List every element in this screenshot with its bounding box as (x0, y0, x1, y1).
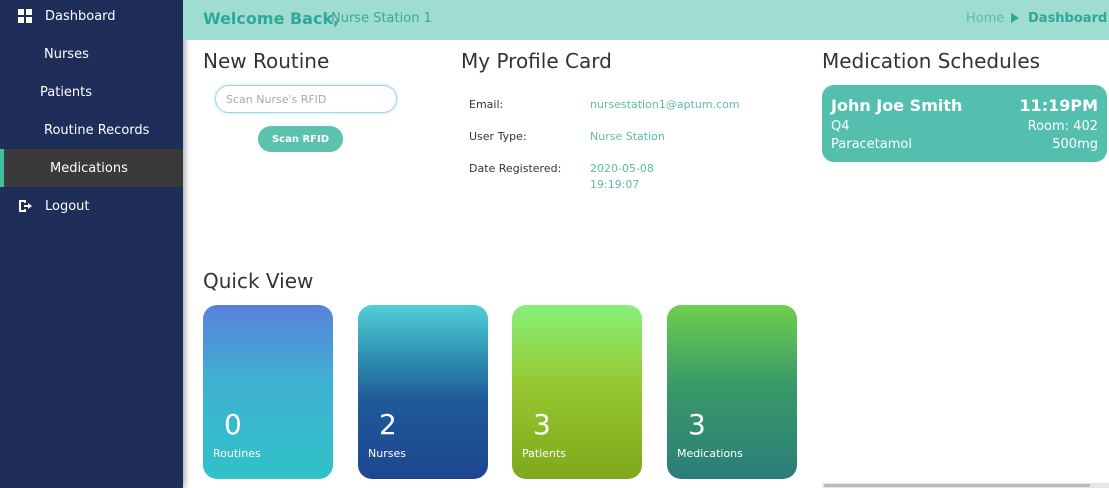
sidebar-item-label: Logout (45, 198, 90, 214)
quick-view-label: Routines (213, 447, 261, 460)
user-type-value: Nurse Station (590, 130, 665, 143)
schedule-time: 11:19PM (1019, 96, 1098, 115)
profile-card-title: My Profile Card (461, 49, 612, 73)
quick-view-medications-card[interactable]: 3 Medications (667, 305, 797, 479)
sidebar-item-routine-records[interactable]: Routine Records (0, 111, 183, 149)
quick-view-patients-card[interactable]: 3 Patients (512, 305, 642, 479)
quick-view-label: Patients (522, 447, 567, 460)
date-registered-date: 2020-05-08 (590, 162, 654, 175)
email-value: nursestation1@aptum.com (590, 98, 740, 111)
sidebar-item-dashboard[interactable]: Dashboard (0, 0, 183, 35)
sidebar-item-nurses[interactable]: Nurses (0, 35, 183, 73)
sidebar-item-label: Nurses (44, 46, 89, 62)
medication-name: Paracetamol (831, 137, 912, 152)
sidebar-item-label: Dashboard (45, 8, 116, 24)
new-routine-title: New Routine (203, 49, 330, 73)
sidebar-item-label: Routine Records (44, 122, 150, 138)
scan-rfid-button[interactable]: Scan RFID (258, 126, 343, 152)
rfid-input[interactable] (215, 85, 397, 113)
breadcrumb-home-link[interactable]: Home (966, 11, 1004, 26)
station-name: Nurse Station 1 (331, 11, 432, 26)
quick-view-count: 0 (224, 408, 242, 441)
room-number: Room: 402 (1027, 119, 1098, 134)
patient-name: John Joe Smith (831, 96, 963, 115)
quick-view-label: Nurses (368, 447, 406, 460)
medication-schedule-card[interactable]: John Joe Smith 11:19PM Q4 Room: 402 Para… (822, 85, 1107, 162)
email-label: Email: (469, 98, 504, 111)
breadcrumb-current: Dashboard (1028, 11, 1108, 26)
medication-dose: 500mg (1052, 137, 1098, 152)
grid-icon (18, 9, 32, 23)
top-header: Welcome Back, Nurse Station 1 Home Dashb… (183, 0, 1109, 40)
date-registered-time: 19:19:07 (590, 178, 640, 191)
breadcrumb-arrow-icon (1011, 13, 1019, 23)
schedule-frequency: Q4 (831, 119, 850, 134)
sidebar-item-label: Medications (50, 160, 128, 176)
sidebar-item-logout[interactable]: Logout (0, 187, 183, 225)
sidebar: Dashboard Nurses Patients Routine Record… (0, 0, 183, 488)
scrollbar-thumb[interactable] (824, 484, 1090, 487)
quick-view-count: 3 (688, 408, 706, 441)
sidebar-item-patients[interactable]: Patients (0, 73, 183, 111)
quick-view-label: Medications (677, 447, 743, 460)
quick-view-count: 2 (379, 408, 397, 441)
quick-view-count: 3 (533, 408, 551, 441)
logout-icon (19, 200, 32, 212)
medication-schedules-title: Medication Schedules (822, 49, 1041, 73)
quick-view-routines-card[interactable]: 0 Routines (203, 305, 333, 479)
sidebar-item-label: Patients (40, 84, 93, 100)
quick-view-title: Quick View (203, 269, 314, 293)
date-registered-label: Date Registered: (469, 162, 562, 175)
user-type-label: User Type: (469, 130, 527, 143)
quick-view-nurses-card[interactable]: 2 Nurses (358, 305, 488, 479)
sidebar-item-medications[interactable]: Medications (0, 149, 183, 187)
welcome-text: Welcome Back, (203, 9, 340, 28)
